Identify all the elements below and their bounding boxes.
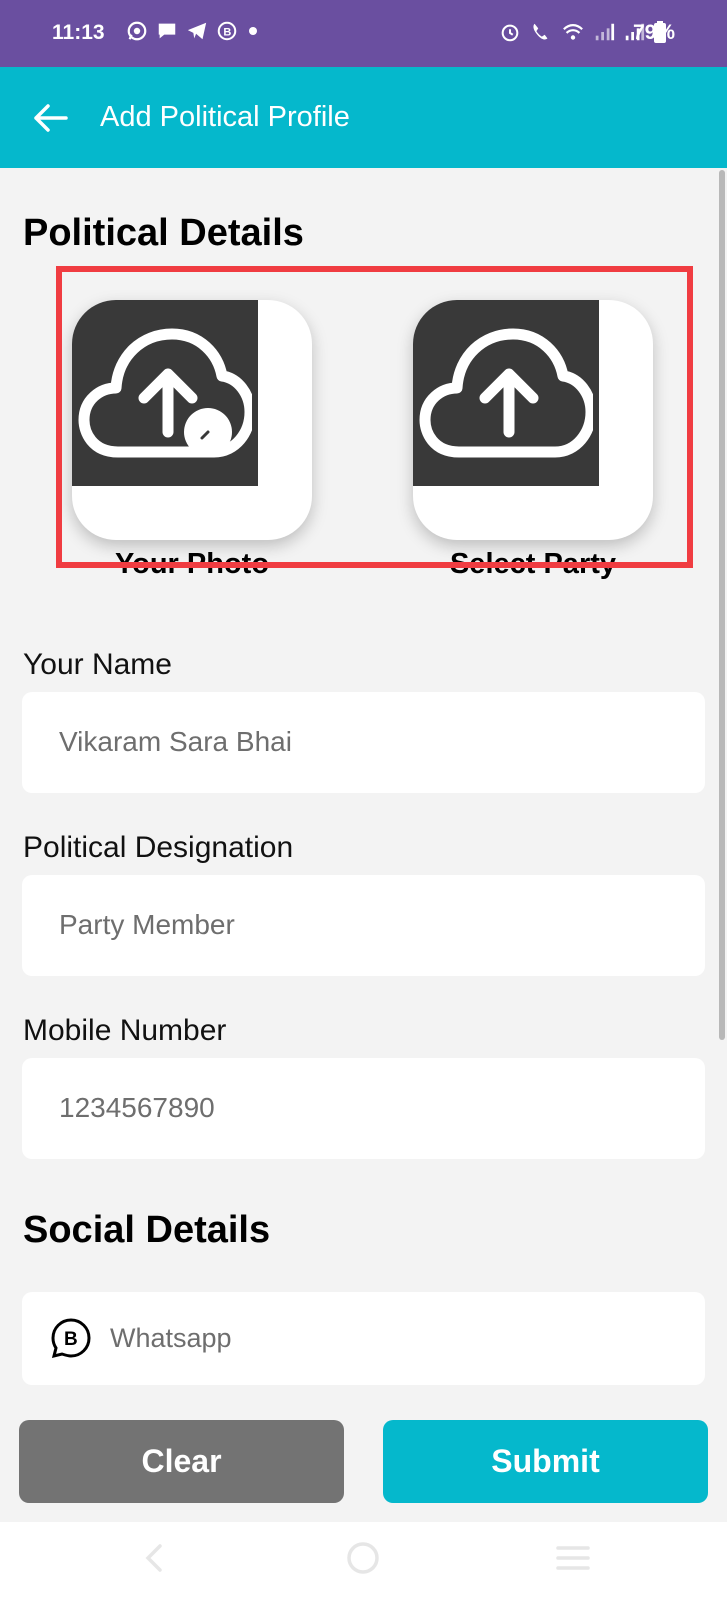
submit-button[interactable]: Submit <box>383 1420 708 1503</box>
dot-icon <box>246 20 260 47</box>
your-name-label: Your Name <box>23 648 172 681</box>
mobile-number-label: Mobile Number <box>23 1014 227 1047</box>
whatsapp-field[interactable]: B Whatsapp <box>22 1292 705 1385</box>
battery-percent: 79% <box>633 21 676 44</box>
your-name-value: Vikaram Sara Bhai <box>59 726 292 757</box>
svg-text:B: B <box>64 1329 78 1350</box>
whatsapp-business-icon: B <box>50 1317 92 1359</box>
app-bar: Add Political Profile <box>0 67 727 168</box>
message-icon <box>156 20 178 47</box>
wifi-icon <box>561 21 585 49</box>
political-designation-field[interactable]: Party Member <box>22 875 705 976</box>
status-bar: 11:13 B 79% <box>0 0 727 67</box>
clear-button[interactable]: Clear <box>19 1420 344 1503</box>
nav-home-icon[interactable] <box>343 1538 383 1583</box>
your-name-field[interactable]: Vikaram Sara Bhai <box>22 692 705 793</box>
system-nav-bar <box>0 1522 727 1600</box>
telegram-icon <box>186 20 208 47</box>
mobile-number-field[interactable]: 1234567890 <box>22 1058 705 1159</box>
back-arrow-icon[interactable] <box>32 100 68 136</box>
alarm-icon <box>499 21 521 49</box>
social-details-heading: Social Details <box>23 1209 271 1251</box>
nav-recents-icon[interactable] <box>555 1538 591 1583</box>
political-details-heading: Political Details <box>23 212 304 254</box>
mobile-number-value: 1234567890 <box>59 1092 215 1123</box>
political-designation-value: Party Member <box>59 909 235 940</box>
political-designation-label: Political Designation <box>23 831 294 864</box>
wifi-call-icon <box>529 21 553 49</box>
business-icon: B <box>216 20 238 47</box>
scrollbar[interactable] <box>719 170 725 1040</box>
svg-text:B: B <box>223 27 231 39</box>
status-time: 11:13 <box>52 21 105 44</box>
highlight-box <box>56 266 693 568</box>
signal-icon <box>593 21 615 49</box>
nav-back-icon[interactable] <box>140 1538 168 1583</box>
page-title: Add Political Profile <box>100 101 350 133</box>
whatsapp-placeholder: Whatsapp <box>110 1323 232 1353</box>
whatsapp-icon <box>126 20 148 47</box>
